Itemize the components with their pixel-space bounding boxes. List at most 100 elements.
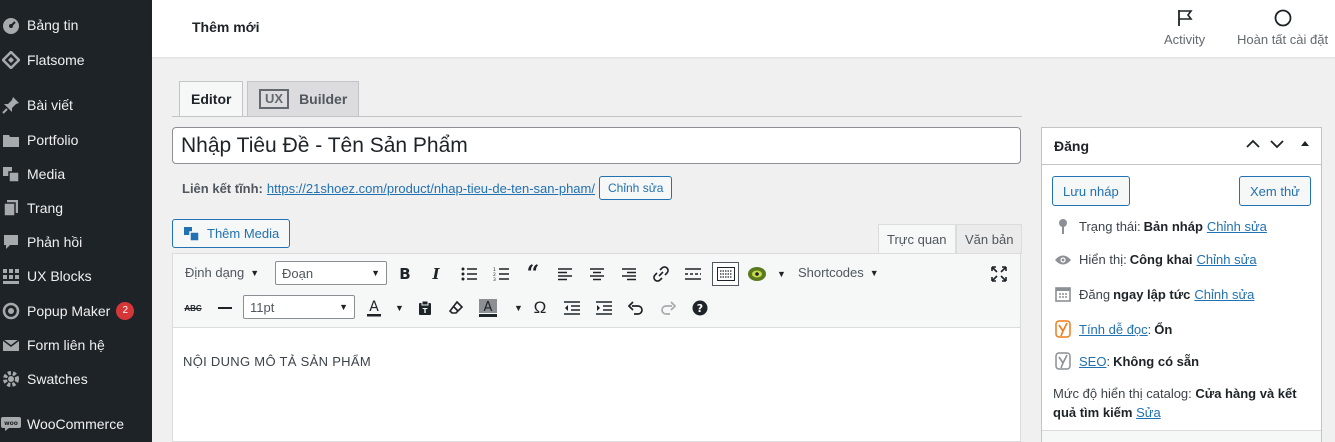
chevron-down-icon[interactable]: ▼ <box>777 269 786 279</box>
sidebar-item-label: Trang <box>27 200 64 216</box>
tab-editor-label: Editor <box>191 91 232 107</box>
format-dropdown[interactable]: Định dạng ▼ <box>185 265 259 280</box>
read-more-icon[interactable] <box>681 262 705 286</box>
bullet-list-icon[interactable] <box>457 262 481 286</box>
permalink-slug: nhap-tieu-de-ten-san-pham <box>433 180 592 196</box>
sidebar-item-contact-form[interactable]: Form liên hệ <box>0 330 152 360</box>
activity-button[interactable]: Activity <box>1164 8 1205 47</box>
align-left-icon[interactable] <box>553 262 577 286</box>
sidebar-item-dashboard[interactable]: Bảng tin <box>0 10 152 40</box>
chevron-down-icon: ▼ <box>869 267 879 278</box>
readability-row: Tính dễ đọc : Ổn <box>1054 320 1172 338</box>
finish-setup-label: Hoàn tất cài đặt <box>1237 32 1329 47</box>
clear-formatting-icon[interactable] <box>444 296 468 320</box>
background-color-icon[interactable]: A <box>476 296 500 320</box>
save-draft-button[interactable]: Lưu nháp <box>1052 176 1130 206</box>
readability-link[interactable]: Tính dễ đọc <box>1079 322 1148 337</box>
align-right-icon[interactable] <box>617 262 641 286</box>
content-editor[interactable]: Định dạng ▼ Đoạn ▼ B I 123 “ ▼ Shortcode… <box>172 253 1021 442</box>
catalog-visibility-row: Mức độ hiển thị catalog: Cửa hàng và kết… <box>1053 384 1315 422</box>
sidebar-item-comments[interactable]: Phản hồi <box>0 227 152 257</box>
seo-link[interactable]: SEO <box>1079 354 1106 369</box>
sidebar-item-label: Bài viết <box>27 97 73 113</box>
text-color-icon[interactable]: A <box>362 296 386 320</box>
woo-icon: woo <box>1 414 21 434</box>
sidebar-item-portfolio[interactable]: Portfolio <box>0 125 152 155</box>
sidebar-item-label: UX Blocks <box>27 268 92 284</box>
help-icon[interactable]: ? <box>688 296 712 320</box>
sidebar-item-flatsome[interactable]: Flatsome <box>0 45 152 75</box>
sidebar-item-label: Swatches <box>27 371 88 387</box>
tab-text-label: Văn bản <box>965 231 1014 247</box>
sidebar-item-media[interactable]: Media <box>0 159 152 189</box>
edit-slug-button[interactable]: Chỉnh sửa <box>599 176 673 200</box>
font-size-select[interactable]: 11pt ▼ <box>243 295 355 319</box>
sidebar-item-label: WooCommerce <box>27 416 124 432</box>
edit-visibility-link[interactable]: Chỉnh sửa <box>1197 252 1257 267</box>
permalink-link[interactable]: https://21shoez.com/product/nhap-tieu-de… <box>267 181 595 196</box>
sidebar-item-pages[interactable]: Trang <box>0 193 152 223</box>
numbered-list-icon[interactable]: 123 <box>489 262 513 286</box>
visibility-label: Hiển thị: <box>1079 252 1127 267</box>
sidebar-item-posts[interactable]: Bài viết <box>0 90 152 120</box>
horizontal-line-icon[interactable] <box>213 296 237 320</box>
flatsome-icon <box>1 50 21 70</box>
schedule-row: Đăng ngay lập tức Chỉnh sửa <box>1054 286 1254 302</box>
sidebar-item-swatches[interactable]: Swatches <box>0 364 152 394</box>
visibility-row: Hiển thị: Công khai Chỉnh sửa <box>1054 252 1257 267</box>
sidebar-item-label: Media <box>27 166 66 182</box>
activity-label: Activity <box>1164 32 1206 47</box>
align-center-icon[interactable] <box>585 262 609 286</box>
strikethrough-icon[interactable]: ABC <box>181 296 205 320</box>
italic-icon[interactable]: I <box>424 262 448 286</box>
preview-button[interactable]: Xem thử <box>1239 176 1311 206</box>
collapse-triangle-icon[interactable] <box>1299 136 1311 155</box>
yoast-seo-icon <box>1054 352 1072 370</box>
chevron-down-icon[interactable]: ▼ <box>514 303 523 313</box>
tab-ux-builder[interactable]: UX Builder <box>247 81 360 117</box>
chevron-down-icon[interactable] <box>1269 136 1285 155</box>
special-character-icon[interactable]: Ω <box>528 296 552 320</box>
sidebar-item-popup-maker[interactable]: Popup Maker 2 <box>0 296 152 326</box>
media-icon <box>1 164 21 184</box>
indent-icon[interactable] <box>592 296 616 320</box>
paragraph-select[interactable]: Đoạn ▼ <box>275 261 387 285</box>
shortcodes-label: Shortcodes <box>798 265 864 280</box>
chevron-down-icon[interactable]: ▼ <box>395 303 404 313</box>
shortcode-plugin-icon[interactable] <box>745 262 769 286</box>
sidebar-item-ux-blocks[interactable]: UX Blocks <box>0 261 152 291</box>
edit-status-link[interactable]: Chỉnh sửa <box>1207 219 1267 234</box>
seo-row: SEO : Không có sẵn <box>1054 352 1199 370</box>
sidebar-item-label: Phản hồi <box>27 234 83 250</box>
bold-icon[interactable]: B <box>393 262 417 286</box>
toolbar-toggle-icon[interactable] <box>712 262 739 286</box>
tab-text[interactable]: Văn bản <box>956 224 1023 254</box>
sidebar-item-label: Popup Maker <box>27 303 111 319</box>
schedule-label: Đăng <box>1079 286 1111 302</box>
finish-setup-button[interactable]: Hoàn tất cài đặt <box>1237 8 1328 47</box>
mail-icon <box>1 335 21 355</box>
fullscreen-icon[interactable] <box>987 262 1011 286</box>
permalink-row: Liên kết tĩnh: https://21shoez.com/produ… <box>182 176 673 200</box>
redo-icon[interactable] <box>656 296 680 320</box>
tab-editor[interactable]: Editor <box>179 81 244 117</box>
blockquote-icon[interactable]: “ <box>521 261 545 287</box>
tab-visual-label: Trực quan <box>887 231 947 247</box>
editor-content[interactable]: NỘI DUNG MÔ TẢ SẢN PHẨM <box>183 354 371 369</box>
paste-text-icon[interactable]: T <box>413 296 437 320</box>
box-controls <box>1245 136 1311 155</box>
post-title-input[interactable] <box>172 127 1021 164</box>
svg-text:?: ? <box>697 302 703 315</box>
shortcodes-dropdown[interactable]: Shortcodes ▼ <box>798 265 879 280</box>
tab-visual[interactable]: Trực quan <box>878 224 956 254</box>
chevron-up-icon[interactable] <box>1245 136 1261 155</box>
sidebar-item-woocommerce[interactable]: woo WooCommerce <box>0 409 152 439</box>
undo-icon[interactable] <box>624 296 648 320</box>
add-media-button[interactable]: Thêm Media <box>172 219 291 248</box>
edit-catalog-link[interactable]: Sửa <box>1136 405 1161 420</box>
edit-schedule-link[interactable]: Chỉnh sửa <box>1194 287 1254 302</box>
outdent-icon[interactable] <box>560 296 584 320</box>
publish-box-title: Đăng <box>1054 138 1089 154</box>
link-icon[interactable] <box>649 262 673 286</box>
notification-badge: 2 <box>116 302 135 320</box>
